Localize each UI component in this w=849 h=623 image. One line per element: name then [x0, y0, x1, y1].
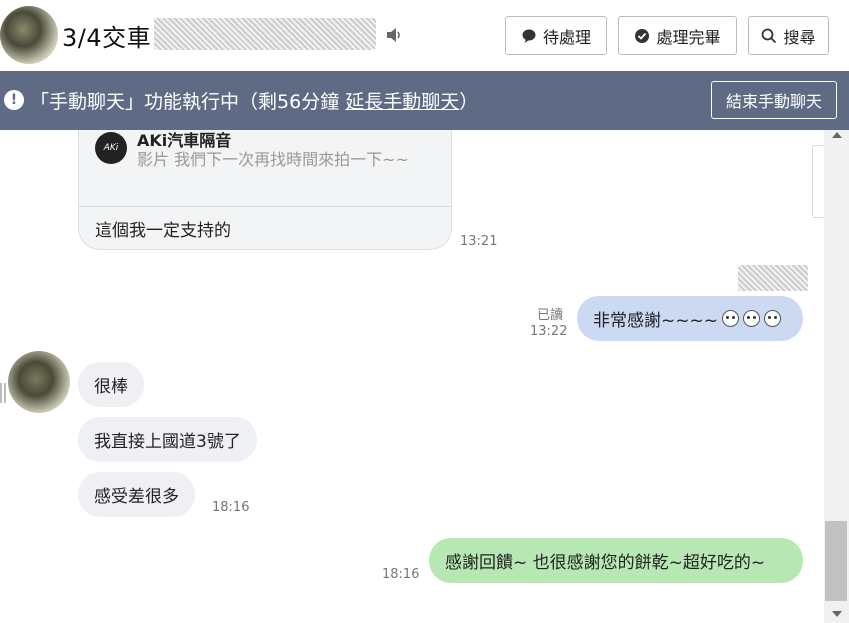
scroll-down-arrow-icon[interactable] [832, 611, 842, 617]
speaker-icon[interactable] [385, 26, 403, 44]
message-list[interactable]: AKi AKi汽車隔音 影片 我們下一次再找時間來拍一下~~ 這個我一定支持的 … [0, 130, 849, 623]
agent-name-redacted [738, 265, 808, 291]
contact-avatar[interactable] [0, 6, 58, 64]
message-text: 感受差很多 [94, 487, 179, 507]
panda-emoji-icon [721, 310, 739, 327]
check-circle-icon [635, 28, 650, 43]
banner-text: 「手動聊天」功能執行中（剩56分鐘 延長手動聊天） [30, 87, 478, 114]
pending-button[interactable]: 待處理 [505, 16, 607, 55]
end-manual-chat-button[interactable]: 結束手動聊天 [711, 81, 837, 119]
card-description: 影片 我們下一次再找時間來拍一下~~ [137, 150, 409, 169]
chat-header: 3/4交車 待處理 處理完畢 搜尋 [0, 0, 849, 70]
manual-chat-banner: ! 「手動聊天」功能執行中（剩56分鐘 延長手動聊天） 結束手動聊天 [0, 71, 849, 130]
panda-emoji-icon [742, 310, 760, 327]
shared-video-card[interactable]: AKi AKi汽車隔音 影片 我們下一次再找時間來拍一下~~ 這個我一定支持的 [78, 130, 452, 250]
outgoing-message[interactable]: 感謝回饋~ 也很感謝您的餅乾~超好吃的~ [429, 538, 803, 583]
message-text: 非常感謝~~~~ [593, 311, 718, 331]
brand-logo: AKi [95, 132, 127, 164]
chat-bubble-icon [522, 29, 536, 43]
resize-handle[interactable] [0, 383, 8, 407]
card-divider [79, 206, 451, 207]
chat-scrollbar[interactable] [824, 130, 849, 623]
card-title: AKi汽車隔音 [137, 131, 232, 150]
pending-button-label: 待處理 [542, 27, 591, 47]
banner-suffix: ） [459, 91, 479, 113]
search-button[interactable]: 搜尋 [748, 16, 829, 55]
message-time: 18:16 [212, 500, 250, 515]
contact-avatar[interactable] [8, 351, 70, 413]
search-button-label: 搜尋 [783, 27, 816, 47]
chat-title: 3/4交車 [62, 24, 152, 52]
scroll-up-arrow-icon[interactable] [832, 132, 842, 138]
extend-chat-link[interactable]: 延長手動聊天 [345, 91, 459, 113]
panda-emoji-icon [763, 310, 781, 327]
card-reply-text: 這個我一定支持的 [95, 221, 231, 241]
banner-mid: 分鐘 [301, 91, 346, 113]
message-time: 13:22 [530, 324, 568, 339]
scroll-thumb[interactable] [825, 521, 847, 601]
message-text: 感謝回饋~ 也很感謝您的餅乾~超好吃的~ [445, 553, 766, 573]
message-text: 很棒 [94, 377, 128, 397]
done-button[interactable]: 處理完畢 [618, 16, 737, 55]
message-text: 我直接上國道3號了 [94, 432, 241, 452]
incoming-message[interactable]: 我直接上國道3號了 [78, 417, 257, 462]
read-label: 已讀 [537, 308, 564, 323]
banner-remaining: 56 [277, 91, 302, 113]
chat-window: 3/4交車 待處理 處理完畢 搜尋 ! 「手動聊天」功能執行中（剩56分鐘 延長… [0, 0, 849, 623]
contact-name-redacted [154, 18, 376, 50]
message-time: 13:21 [460, 234, 498, 249]
message-time: 18:16 [382, 567, 420, 582]
incoming-message[interactable]: 很棒 [78, 362, 144, 407]
incoming-message[interactable]: 感受差很多 [78, 472, 195, 517]
done-button-label: 處理完畢 [656, 27, 721, 47]
banner-prefix: 「手動聊天」功能執行中（剩 [30, 91, 278, 113]
alert-icon: ! [4, 90, 24, 110]
outgoing-message[interactable]: 非常感謝~~~~ [577, 296, 803, 341]
search-icon [762, 28, 777, 43]
